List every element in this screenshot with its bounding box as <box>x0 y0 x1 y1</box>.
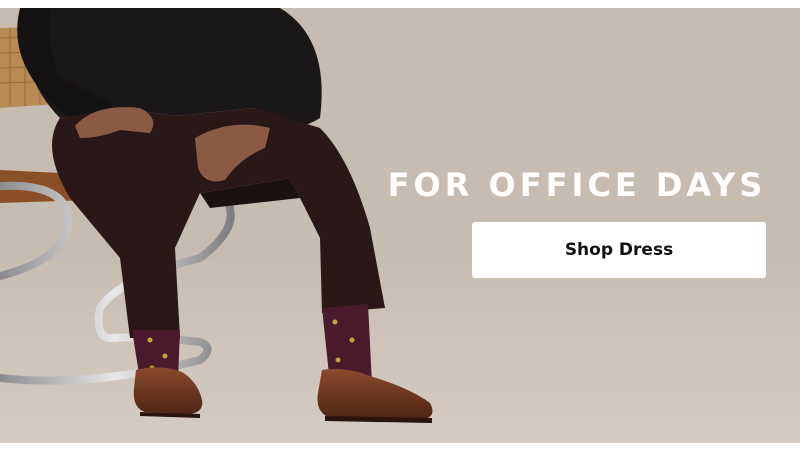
bottom-border <box>0 443 800 451</box>
hero-banner[interactable]: FOR OFFICE DAYS Shop Dress <box>0 0 800 451</box>
shop-dress-button[interactable]: Shop Dress <box>472 222 766 278</box>
banner-headline: FOR OFFICE DAYS <box>387 166 767 204</box>
top-border <box>0 0 800 8</box>
sweater <box>20 8 322 133</box>
